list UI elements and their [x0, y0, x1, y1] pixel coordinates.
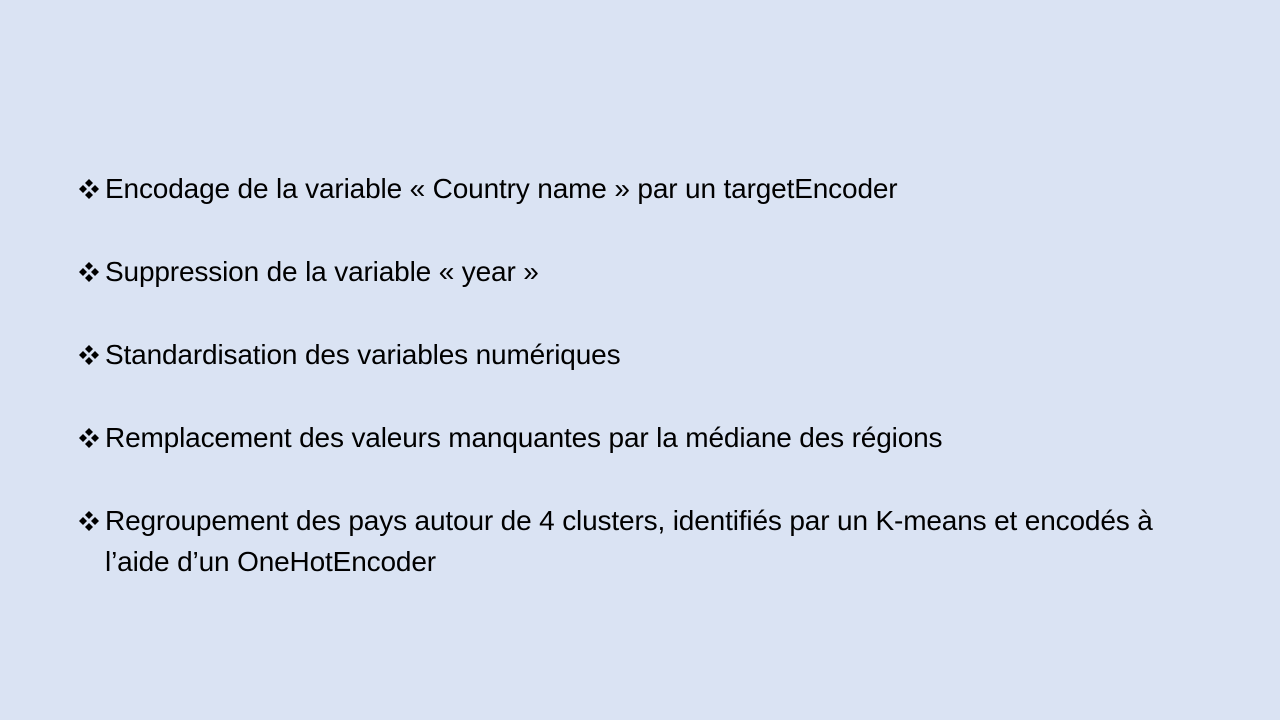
- bullet-text: Standardisation des variables numériques: [105, 339, 621, 370]
- bullet-item-missing-values: Remplacement des valeurs manquantes par …: [78, 417, 1198, 458]
- diamond-bullet-icon: [78, 417, 105, 458]
- diamond-bullet-icon: [78, 334, 105, 375]
- bullet-list: Encodage de la variable « Country name »…: [78, 168, 1198, 624]
- diamond-bullet-icon: [78, 500, 105, 541]
- presentation-slide: Encodage de la variable « Country name »…: [0, 0, 1280, 720]
- bullet-item-clusters: Regroupement des pays autour de 4 cluste…: [78, 500, 1198, 582]
- diamond-bullet-icon: [78, 251, 105, 292]
- bullet-item-standardisation: Standardisation des variables numériques: [78, 334, 1198, 375]
- bullet-text: Suppression de la variable « year »: [105, 256, 539, 287]
- bullet-text: Encodage de la variable « Country name »…: [105, 173, 898, 204]
- bullet-item-target-encoder: Encodage de la variable « Country name »…: [78, 168, 1198, 209]
- bullet-text: Regroupement des pays autour de 4 cluste…: [105, 505, 1153, 577]
- bullet-text: Remplacement des valeurs manquantes par …: [105, 422, 943, 453]
- bullet-item-remove-year: Suppression de la variable « year »: [78, 251, 1198, 292]
- diamond-bullet-icon: [78, 168, 105, 209]
